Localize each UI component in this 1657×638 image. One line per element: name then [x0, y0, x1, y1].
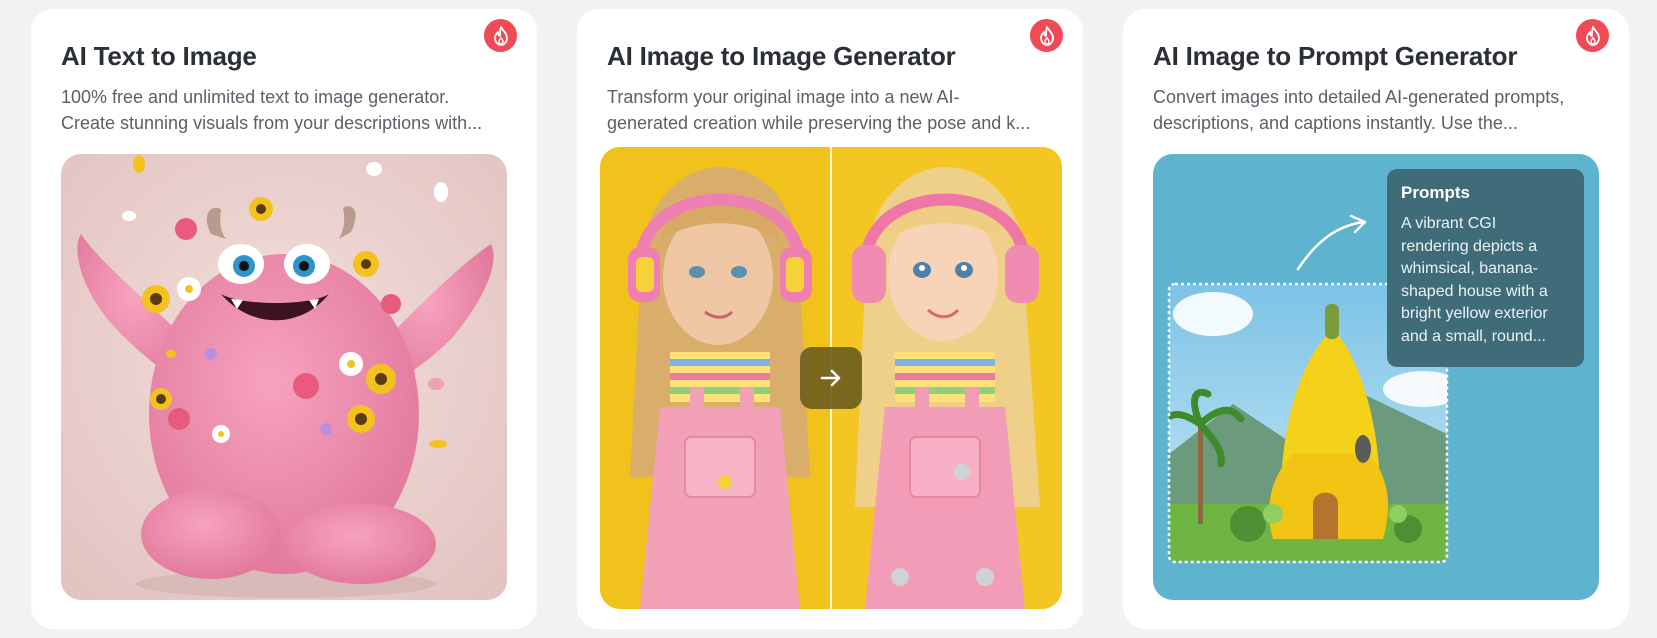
- card-title: AI Text to Image: [61, 41, 257, 71]
- prompt-line: whimsical, banana-: [1401, 260, 1538, 277]
- prompt-line: shaped house with a: [1401, 282, 1548, 300]
- prompt-text: A vibrant CGI rendering depicts a whimsi…: [1401, 213, 1570, 348]
- card-image-to-image[interactable]: AI Image to Image Generator Transform yo…: [577, 9, 1083, 629]
- card-description-line: generated creation while preserving the …: [607, 113, 1031, 133]
- card-description: Convert images into detailed AI-generate…: [1153, 84, 1603, 136]
- prompt-output-box: Prompts A vibrant CGI rendering depicts …: [1387, 169, 1584, 367]
- card-description-line: 100% free and unlimited text to image ge…: [61, 87, 450, 107]
- flame-icon: [1576, 19, 1609, 52]
- prompt-line: bright yellow exterior: [1401, 305, 1548, 322]
- prompt-line: rendering depicts a: [1401, 237, 1538, 255]
- card-description-line: descriptions, and captions instantly. Us…: [1153, 113, 1518, 133]
- card-description-line: Transform your original image into a new…: [607, 87, 960, 107]
- card-title: AI Image to Prompt Generator: [1153, 41, 1518, 71]
- card-image-to-prompt[interactable]: AI Image to Prompt Generator Convert ima…: [1123, 9, 1629, 629]
- banana-house-prompt-preview: Prompts A vibrant CGI rendering depicts …: [1153, 154, 1599, 600]
- card-description: Transform your original image into a new…: [607, 84, 1057, 136]
- girl-before-after-image: [600, 147, 1062, 609]
- pink-monster-image: [61, 154, 507, 600]
- tool-cards-row: AI Text to Image 100% free and unlimited…: [0, 0, 1657, 638]
- prompt-line: A vibrant CGI: [1401, 215, 1497, 232]
- card-description-line: Convert images into detailed AI-generate…: [1153, 87, 1565, 107]
- flame-icon: [484, 19, 517, 52]
- flame-icon: [1030, 19, 1063, 52]
- card-title: AI Image to Image Generator: [607, 41, 956, 71]
- arrow-right-icon: [800, 347, 862, 409]
- card-text-to-image[interactable]: AI Text to Image 100% free and unlimited…: [31, 9, 537, 629]
- card-description-line: Create stunning visuals from your descri…: [61, 113, 483, 133]
- prompt-line: and a small, round...: [1401, 327, 1546, 345]
- prompt-title: Prompts: [1401, 183, 1470, 202]
- card-description: 100% free and unlimited text to image ge…: [61, 84, 511, 136]
